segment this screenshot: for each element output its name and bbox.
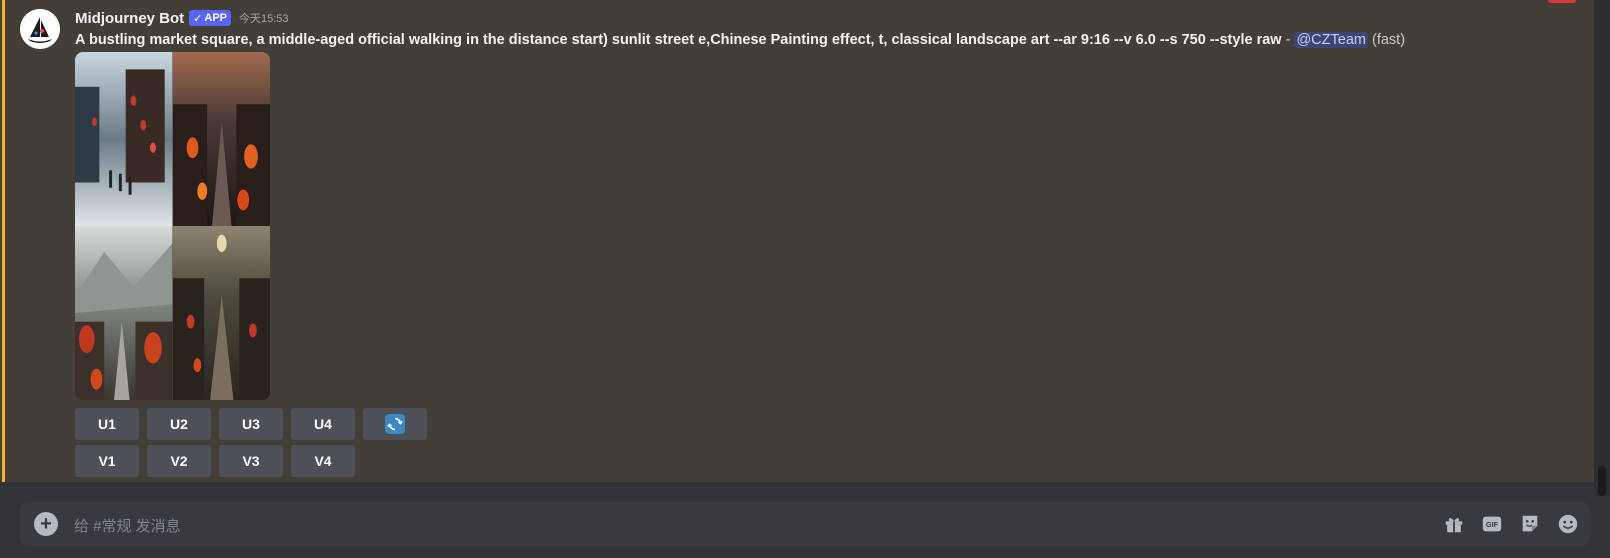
gift-icon[interactable] [1442,512,1466,536]
notification-indicator [1548,0,1576,3]
upscale-button-4[interactable]: U4 [291,408,355,440]
image-tile-3[interactable] [75,226,173,400]
upscale-button-row: U1 U2 U3 U4 [75,408,427,440]
variation-button-1[interactable]: V1 [75,445,139,477]
image-tile-1[interactable] [75,52,173,226]
username[interactable]: Midjourney Bot [75,10,184,27]
emoji-icon[interactable] [1556,512,1580,536]
reroll-button[interactable] [363,408,427,440]
message-input-bar: + 给 #常规 发消息 GIF [20,502,1590,546]
upscale-button-2[interactable]: U2 [147,408,211,440]
upscale-button-1[interactable]: U1 [75,408,139,440]
attach-plus-icon[interactable]: + [34,512,58,536]
scrollbar-thumb[interactable] [1598,466,1606,496]
timestamp[interactable]: 今天15:53 [239,10,289,26]
variation-button-2[interactable]: V2 [147,445,211,477]
refresh-icon [385,414,405,434]
user-mention[interactable]: @CZTeam [1294,32,1368,48]
app-badge: ✓ APP [189,10,232,26]
variation-button-3[interactable]: V3 [219,445,283,477]
mention-highlight-bar [2,0,5,482]
image-tile-4[interactable] [172,226,270,400]
image-tile-2[interactable] [172,52,270,226]
check-icon: ✓ [193,12,203,25]
gif-icon-label: GIF [1486,520,1499,529]
scrollbar-track[interactable] [1594,0,1610,496]
prompt-separator: - [1281,32,1295,48]
input-icon-group: GIF [1442,512,1580,536]
prompt-text: A bustling market square, a middle-aged … [75,30,1575,50]
variation-button-4[interactable]: V4 [291,445,355,477]
message-header: Midjourney Bot ✓ APP 今天15:53 [75,8,289,28]
upscale-button-3[interactable]: U3 [219,408,283,440]
message-area: Midjourney Bot ✓ APP 今天15:53 A bustling … [0,0,1594,482]
image-grid[interactable] [75,52,270,400]
sticker-icon[interactable] [1518,512,1542,536]
speed-label: (fast) [1372,32,1406,48]
avatar[interactable] [20,9,60,49]
gif-icon[interactable]: GIF [1480,512,1504,536]
app-badge-label: APP [204,12,228,24]
variation-button-row: V1 V2 V3 V4 [75,445,355,477]
prompt-bold: A bustling market square, a middle-aged … [75,32,1282,48]
message-input[interactable]: 给 #常规 发消息 [74,515,181,536]
